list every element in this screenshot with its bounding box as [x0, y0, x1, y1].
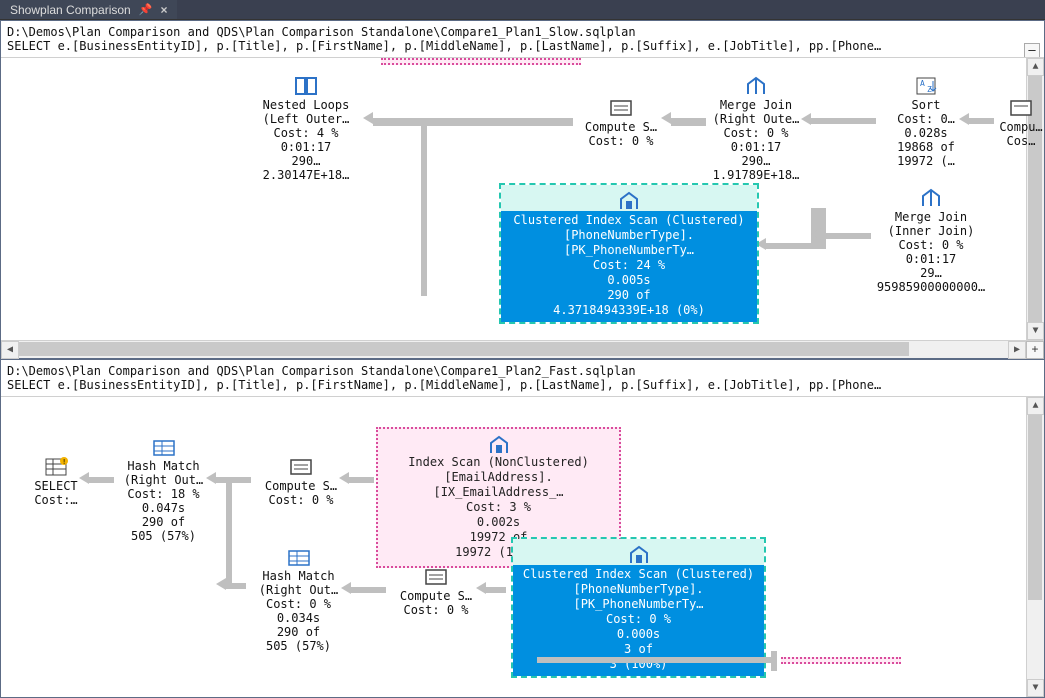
svg-text:!: ! — [62, 458, 66, 466]
index-scan-icon — [487, 435, 511, 455]
zoom-plus-button[interactable]: + — [1026, 341, 1044, 359]
close-icon[interactable]: × — [160, 3, 167, 17]
node-sort[interactable]: AZ Sort Cost: 0… 0.028s 19868 of 19972 (… — [881, 76, 971, 168]
node-clustered-index-scan-selected[interactable]: Clustered Index Scan (Clustered) [PhoneN… — [499, 183, 759, 324]
pin-icon[interactable]: 📌 — [139, 3, 153, 16]
node-hash-match-1[interactable]: Hash Match (Right Out… Cost: 18 % 0.047s… — [116, 437, 211, 543]
node-hash-match-2[interactable]: Hash Match (Right Out… Cost: 0 % 0.034s … — [251, 547, 346, 653]
select-icon: ! — [44, 457, 68, 477]
node-compute-scalar[interactable]: Compute S… Cost: 0 % — [576, 98, 666, 148]
highlighted-region-pink — [381, 58, 581, 65]
top-pane-header: D:\Demos\Plan Comparison and QDS\Plan Co… — [1, 21, 1044, 58]
plan-path: D:\Demos\Plan Comparison and QDS\Plan Co… — [7, 364, 1038, 378]
node-select[interactable]: ! SELECT Cost:… — [26, 457, 86, 507]
node-merge-join-outer[interactable]: Merge Join (Right Oute… Cost: 0 % 0:01:1… — [706, 76, 806, 182]
sort-icon: AZ — [914, 76, 938, 96]
nested-loops-icon — [294, 76, 318, 96]
merge-join-icon — [744, 76, 768, 96]
plan-query: SELECT e.[BusinessEntityID], p.[Title], … — [7, 39, 1038, 53]
node-compute-scalar-b1[interactable]: Compute S… Cost: 0 % — [256, 457, 346, 507]
bottom-plan-pane: D:\Demos\Plan Comparison and QDS\Plan Co… — [0, 359, 1045, 698]
svg-text:A: A — [920, 79, 925, 88]
plan-path: D:\Demos\Plan Comparison and QDS\Plan Co… — [7, 25, 1038, 39]
top-plan-pane: D:\Demos\Plan Comparison and QDS\Plan Co… — [0, 20, 1045, 359]
bottom-plan-canvas[interactable]: ▲ ▼ ! SELECT Cost:… — [1, 397, 1044, 697]
tab-showplan-comparison[interactable]: Showplan Comparison 📌 × — [0, 0, 177, 19]
merge-join-icon — [919, 188, 943, 208]
compute-scalar-icon — [609, 98, 633, 118]
node-compute-scalar-b2[interactable]: Compute S… Cost: 0 % — [391, 567, 481, 617]
compute-scalar-icon — [1009, 98, 1033, 118]
scroll-right-icon[interactable]: ▶ — [1008, 341, 1026, 359]
tab-title: Showplan Comparison — [10, 3, 131, 17]
collapse-button[interactable]: – — [1024, 43, 1040, 58]
plan-query: SELECT e.[BusinessEntityID], p.[Title], … — [7, 378, 1038, 392]
node-compute-scalar-right[interactable]: Compu… Cos… — [996, 98, 1044, 148]
compute-scalar-icon — [289, 457, 313, 477]
bottom-pane-header: D:\Demos\Plan Comparison and QDS\Plan Co… — [1, 360, 1044, 397]
hash-match-icon — [287, 547, 311, 567]
horizontal-scrollbar[interactable]: ◀ ▶ + — [1, 340, 1044, 358]
node-nested-loops[interactable]: Nested Loops (Left Outer… Cost: 4 % 0:01… — [251, 76, 361, 182]
tab-bar: Showplan Comparison 📌 × — [0, 0, 1045, 20]
compute-scalar-icon — [424, 567, 448, 587]
top-plan-canvas[interactable]: ▲ ▼ Nested Loops (Left Outer… Cost: 4 % … — [1, 58, 1044, 340]
clustered-index-scan-icon — [627, 545, 651, 565]
scroll-left-icon[interactable]: ◀ — [1, 341, 19, 359]
hash-match-icon — [152, 437, 176, 457]
node-merge-join-inner[interactable]: Merge Join (Inner Join) Cost: 0 % 0:01:1… — [871, 188, 991, 294]
highlighted-region-pink — [781, 657, 901, 664]
clustered-index-scan-icon — [617, 191, 641, 211]
